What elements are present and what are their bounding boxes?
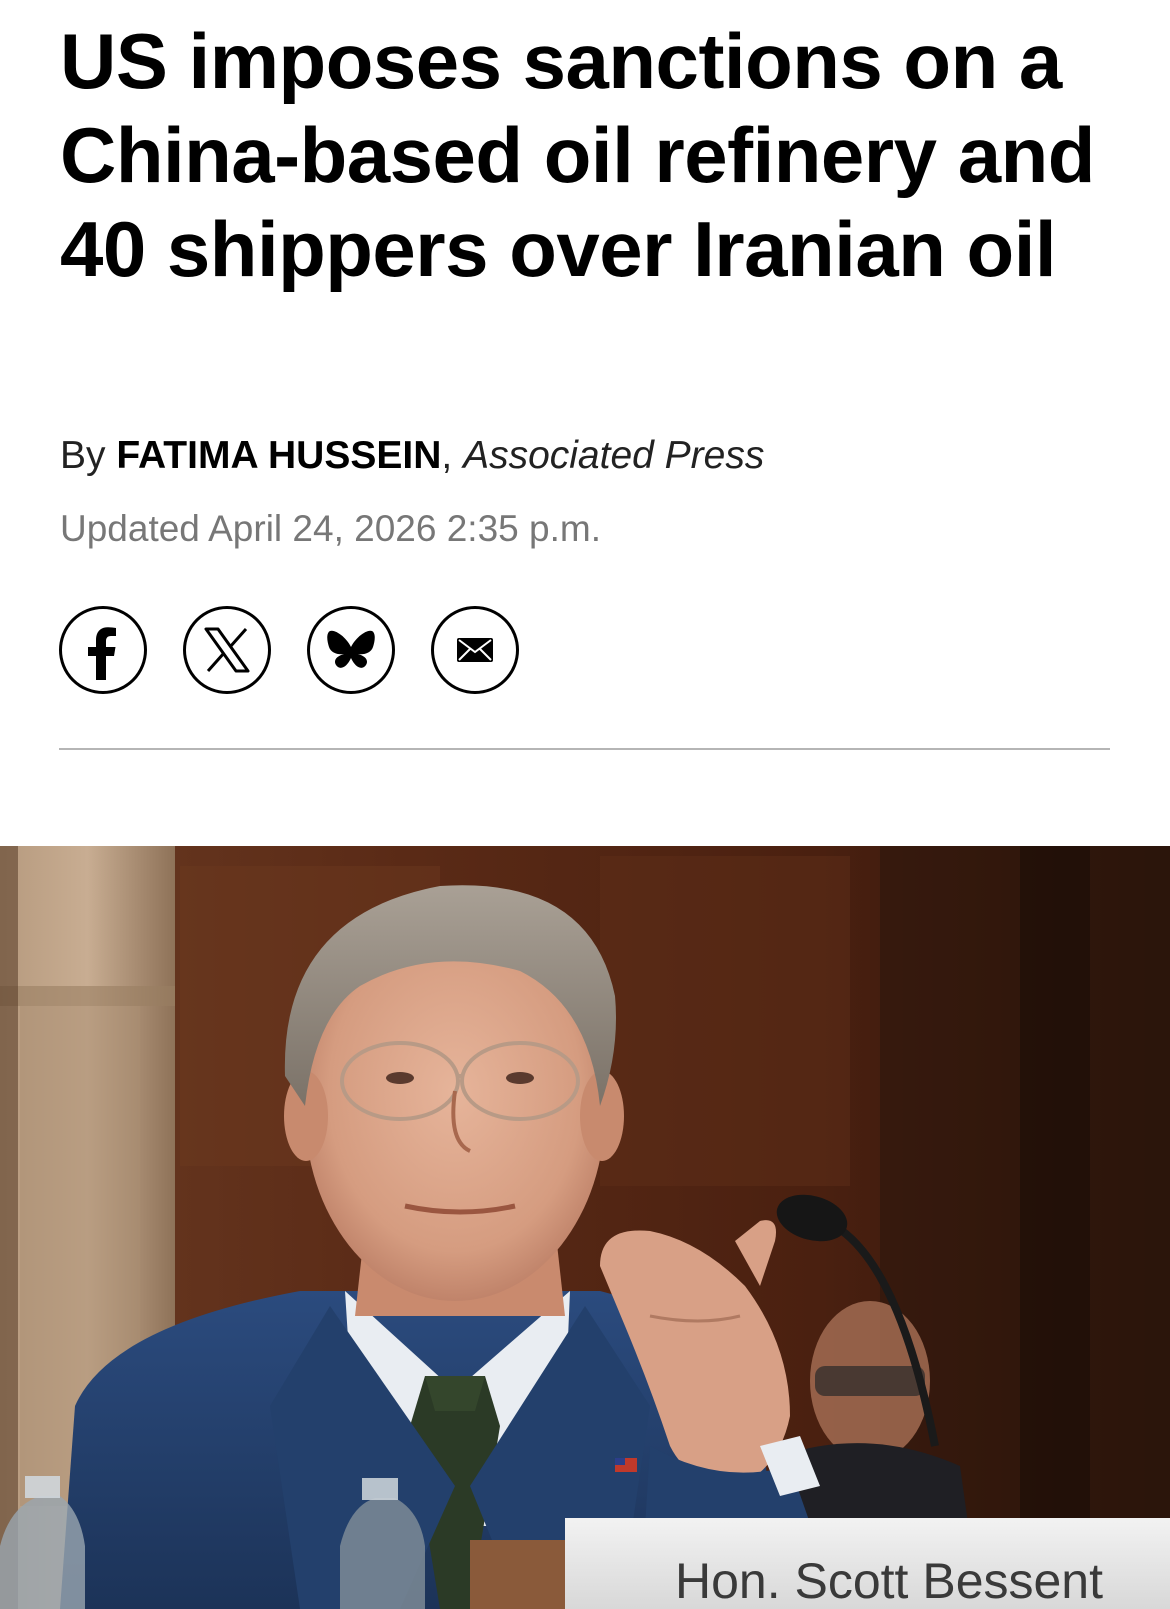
share-email-button[interactable]: [431, 606, 519, 694]
name-placard-text: Hon. Scott Bessent: [675, 1553, 1103, 1609]
share-bluesky-button[interactable]: [307, 606, 395, 694]
headline: US imposes sanctions on a China-based oi…: [60, 17, 1095, 293]
share-bar: [59, 606, 519, 700]
share-facebook-button[interactable]: [59, 606, 147, 694]
organization-name: Associated Press: [463, 434, 765, 477]
photo-illustration: Hon. Scott Bessent: [0, 846, 1170, 1609]
email-icon: [455, 635, 495, 665]
updated-timestamp: Updated April 24, 2026 2:35 p.m.: [60, 508, 601, 549]
facebook-icon: [73, 620, 133, 680]
author-link[interactable]: FATIMA HUSSEIN: [116, 434, 441, 477]
header-divider: [59, 748, 1110, 750]
bluesky-icon: [326, 627, 376, 673]
article-header: US imposes sanctions on a China-based oi…: [60, 14, 1110, 296]
x-icon: [201, 624, 253, 676]
article-photo[interactable]: Hon. Scott Bessent: [0, 846, 1170, 1609]
byline-prefix: By: [60, 434, 106, 477]
share-x-button[interactable]: [183, 606, 271, 694]
byline: By FATIMA HUSSEIN, Associated Press: [60, 432, 764, 480]
byline-separator: ,: [441, 434, 453, 477]
